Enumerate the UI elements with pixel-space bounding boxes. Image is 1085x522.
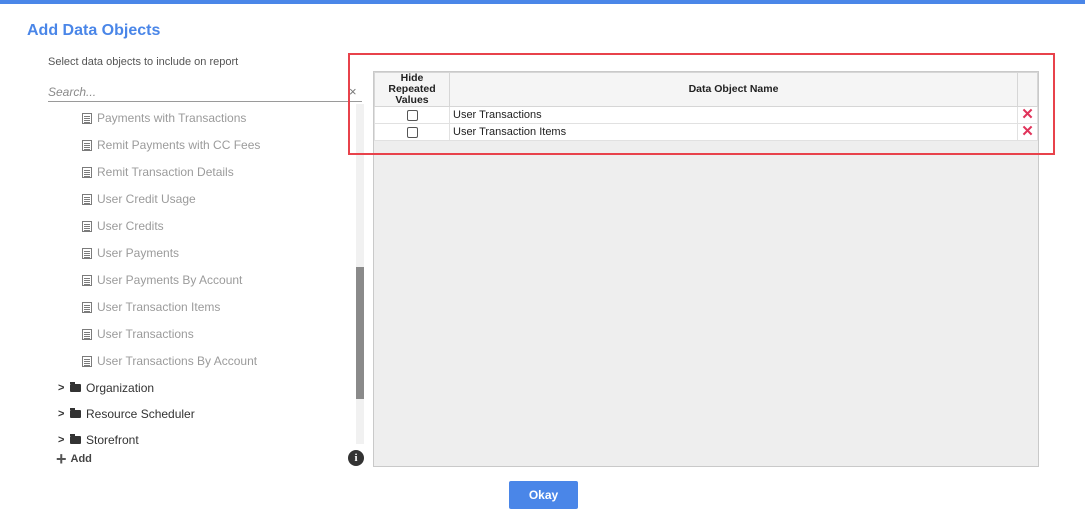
hide-repeated-cell <box>374 123 450 141</box>
plus-icon: + <box>56 449 67 469</box>
data-object-name-cell: User Transaction Items <box>449 123 1018 141</box>
data-objects-table: Hide Repeated Values Data Object Name Us… <box>374 72 1038 141</box>
folder-organization[interactable]: > Organization <box>58 379 154 397</box>
folder-label: Storefront <box>86 433 139 447</box>
table-row: User Transaction Items ✕ <box>374 123 1038 141</box>
chevron-right-icon[interactable]: > <box>58 434 66 446</box>
tree-item-user-payments[interactable]: User Payments <box>82 244 179 262</box>
table-header-row: Hide Repeated Values Data Object Name <box>374 72 1038 107</box>
info-icon[interactable]: i <box>348 450 364 466</box>
hide-repeated-checkbox[interactable] <box>406 109 418 121</box>
tree-scrollbar-thumb[interactable] <box>356 267 364 399</box>
folder-label: Organization <box>86 381 155 395</box>
search-input[interactable] <box>48 83 338 101</box>
document-icon <box>82 193 92 205</box>
tree-item-label: User Transactions By Account <box>97 354 258 368</box>
table-row: User Transactions ✕ <box>374 106 1038 124</box>
tree-item-user-transactions-by-account[interactable]: User Transactions By Account <box>82 352 257 370</box>
tree-item-label: User Transactions <box>97 327 194 341</box>
tree-item-user-credits[interactable]: User Credits <box>82 217 164 235</box>
column-header-remove <box>1017 72 1038 107</box>
remove-icon[interactable]: ✕ <box>1021 123 1034 140</box>
tree-item-user-transaction-items[interactable]: User Transaction Items <box>82 298 220 316</box>
document-icon <box>82 274 92 286</box>
tree-item-label: Remit Transaction Details <box>97 165 234 179</box>
document-icon <box>82 112 92 124</box>
folder-label: Resource Scheduler <box>86 407 195 421</box>
search-box: × <box>48 83 362 102</box>
folder-resource-scheduler[interactable]: > Resource Scheduler <box>58 405 195 423</box>
tree-item-user-payments-by-account[interactable]: User Payments By Account <box>82 271 242 289</box>
dialog-top-accent-bar <box>0 0 1085 4</box>
tree-item-label: Payments with Transactions <box>97 111 247 125</box>
hide-repeated-checkbox[interactable] <box>406 126 418 138</box>
selected-data-objects-grid: Hide Repeated Values Data Object Name Us… <box>373 71 1039 467</box>
dialog-subtitle: Select data objects to include on report <box>48 56 239 68</box>
column-header-hide-repeated[interactable]: Hide Repeated Values <box>374 72 450 107</box>
add-button[interactable]: + Add <box>56 449 92 469</box>
folder-icon <box>70 434 81 444</box>
clear-search-icon[interactable]: × <box>349 83 357 101</box>
add-button-label: Add <box>70 453 92 465</box>
data-object-name-cell: User Transactions <box>449 106 1018 124</box>
tree-item-user-credit-usage[interactable]: User Credit Usage <box>82 190 196 208</box>
column-header-data-object-name[interactable]: Data Object Name <box>449 72 1018 107</box>
folder-icon <box>70 382 81 392</box>
tree-item-user-transactions[interactable]: User Transactions <box>82 325 194 343</box>
tree-item-label: User Credits <box>97 219 164 233</box>
tree-item-label: User Credit Usage <box>97 192 196 206</box>
document-icon <box>82 355 92 367</box>
document-icon <box>82 328 92 340</box>
tree-item-remit-transaction-details[interactable]: Remit Transaction Details <box>82 163 234 181</box>
tree-item-label: User Payments By Account <box>97 273 243 287</box>
chevron-right-icon[interactable]: > <box>58 408 66 420</box>
document-icon <box>82 301 92 313</box>
okay-button[interactable]: Okay <box>509 481 578 509</box>
tree-item-payments-with-transactions[interactable]: Payments with Transactions <box>82 109 246 127</box>
tree-item-label: User Transaction Items <box>97 300 221 314</box>
remove-cell: ✕ <box>1017 123 1038 141</box>
chevron-right-icon[interactable]: > <box>58 382 66 394</box>
tree-item-remit-payments-cc-fees[interactable]: Remit Payments with CC Fees <box>82 136 260 154</box>
dialog-title: Add Data Objects <box>27 22 161 39</box>
document-icon <box>82 166 92 178</box>
remove-cell: ✕ <box>1017 106 1038 124</box>
remove-icon[interactable]: ✕ <box>1021 106 1034 123</box>
document-icon <box>82 247 92 259</box>
document-icon <box>82 220 92 232</box>
folder-storefront[interactable]: > Storefront <box>58 431 139 449</box>
hide-repeated-cell <box>374 106 450 124</box>
folder-icon <box>70 408 81 418</box>
tree-item-label: User Payments <box>97 246 180 260</box>
document-icon <box>82 139 92 151</box>
tree-item-label: Remit Payments with CC Fees <box>97 138 261 152</box>
